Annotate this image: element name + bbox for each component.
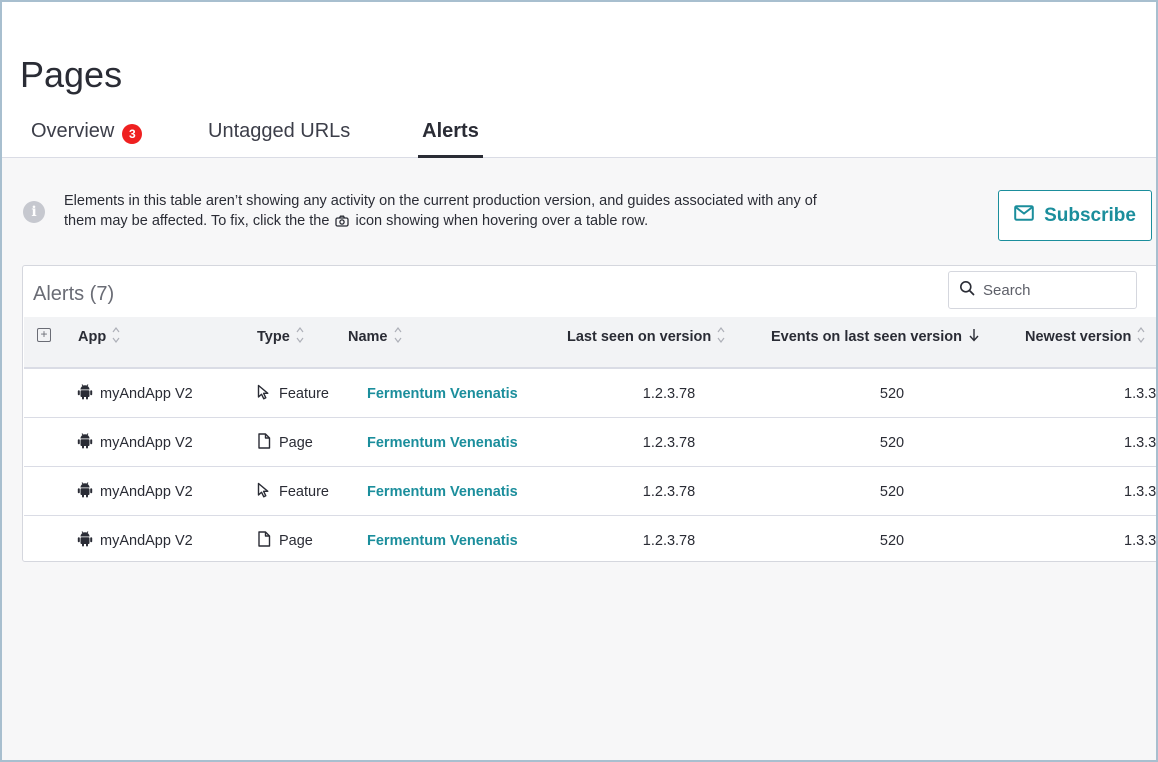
search-box[interactable] xyxy=(948,271,1137,309)
mail-icon xyxy=(1014,204,1034,227)
page-icon xyxy=(257,432,271,453)
name-link[interactable]: Fermentum Venenatis xyxy=(367,516,518,565)
android-icon xyxy=(77,383,93,404)
app-frame: Pages Overview 3 Untagged URLs Alerts i … xyxy=(0,0,1158,762)
info-banner-text: Elements in this table aren’t showing an… xyxy=(64,191,824,233)
column-label-type: Type xyxy=(257,329,290,345)
column-label-events: Events on last seen version xyxy=(771,329,962,345)
app-name: myAndApp V2 xyxy=(100,385,193,402)
name-link[interactable]: Fermentum Venenatis xyxy=(367,418,518,467)
last-seen-version: 1.2.3.78 xyxy=(642,434,696,451)
events-count: 520 xyxy=(879,434,905,451)
app-name: myAndApp V2 xyxy=(100,532,193,549)
newest-version: 1.3.3 xyxy=(1124,385,1157,402)
name-link[interactable]: Fermentum Venenatis xyxy=(367,369,518,418)
android-icon xyxy=(77,530,93,551)
events-count: 520 xyxy=(879,532,905,549)
type-label: Page xyxy=(279,434,313,451)
alerts-table-card: Alerts (7) + App Type Name Last seen on … xyxy=(22,265,1157,565)
column-label-newest: Newest version xyxy=(1025,329,1132,345)
table-row[interactable]: myAndApp V2 Page Fermentum Venenatis 1.2… xyxy=(24,516,1157,565)
app-cell: myAndApp V2 xyxy=(77,467,193,516)
app-name: myAndApp V2 xyxy=(100,434,193,451)
column-header-app[interactable]: App xyxy=(78,317,120,357)
info-icon: i xyxy=(23,201,45,223)
page-icon xyxy=(257,530,271,551)
tab-alerts[interactable]: Alerts xyxy=(418,120,483,158)
newest-version: 1.3.3 xyxy=(1124,483,1157,500)
table-row[interactable]: myAndApp V2 Feature Fermentum Venenatis … xyxy=(24,369,1157,418)
column-label-app: App xyxy=(78,329,107,345)
app-cell: myAndApp V2 xyxy=(77,516,193,565)
last-seen-version: 1.2.3.78 xyxy=(642,483,696,500)
events-count: 520 xyxy=(879,483,905,500)
events-count: 520 xyxy=(879,385,905,402)
search-icon xyxy=(959,280,975,301)
column-header-events[interactable]: Events on last seen version xyxy=(771,317,980,357)
type-label: Feature xyxy=(279,483,329,500)
column-header-newest[interactable]: Newest version xyxy=(1025,317,1145,357)
tab-untagged-urls[interactable]: Untagged URLs xyxy=(208,120,368,158)
page-header: Pages Overview 3 Untagged URLs Alerts xyxy=(2,2,1156,158)
page-title: Pages xyxy=(20,54,123,95)
tab-untagged-urls-label: Untagged URLs xyxy=(208,120,351,142)
last-seen-version: 1.2.3.78 xyxy=(642,385,696,402)
overview-count-badge: 3 xyxy=(122,124,143,144)
sort-unsorted-icon xyxy=(394,326,402,348)
table-row[interactable]: myAndApp V2 Page Fermentum Venenatis 1.2… xyxy=(24,418,1157,467)
tab-overview[interactable]: Overview 3 xyxy=(31,120,157,158)
tab-alerts-label: Alerts xyxy=(422,120,479,142)
type-label: Page xyxy=(279,532,313,549)
cursor-icon xyxy=(257,482,271,502)
type-cell: Page xyxy=(257,516,313,565)
tab-bar: Overview 3 Untagged URLs Alerts xyxy=(2,120,522,158)
column-label-name: Name xyxy=(348,329,388,345)
subscribe-button[interactable]: Subscribe xyxy=(998,190,1152,241)
sort-unsorted-icon xyxy=(1137,326,1145,348)
sort-unsorted-icon xyxy=(112,326,120,348)
sort-descending-icon xyxy=(968,327,980,347)
newest-version: 1.3.3 xyxy=(1124,532,1157,549)
info-text-part-2: icon showing when hovering over a table … xyxy=(355,213,649,229)
table-header: + App Type Name Last seen on version Eve… xyxy=(24,317,1156,369)
alerts-table-title: Alerts (7) xyxy=(33,283,115,305)
column-header-type[interactable]: Type xyxy=(257,317,304,357)
android-icon xyxy=(77,481,93,502)
sort-unsorted-icon xyxy=(717,326,725,348)
android-icon xyxy=(77,432,93,453)
table-row[interactable]: myAndApp V2 Feature Fermentum Venenatis … xyxy=(24,467,1157,516)
cursor-icon xyxy=(257,384,271,404)
type-label: Feature xyxy=(279,385,329,402)
column-header-name[interactable]: Name xyxy=(348,317,402,357)
app-name: myAndApp V2 xyxy=(100,483,193,500)
newest-version: 1.3.3 xyxy=(1124,434,1157,451)
app-cell: myAndApp V2 xyxy=(77,369,193,418)
app-cell: myAndApp V2 xyxy=(77,418,193,467)
last-seen-version: 1.2.3.78 xyxy=(642,532,696,549)
search-input[interactable] xyxy=(983,281,1123,299)
type-cell: Page xyxy=(257,418,313,467)
tab-overview-label: Overview xyxy=(31,120,115,142)
type-cell: Feature xyxy=(257,369,329,418)
expand-all-icon[interactable]: + xyxy=(37,328,51,342)
column-header-last-seen[interactable]: Last seen on version xyxy=(567,317,725,357)
type-cell: Feature xyxy=(257,467,329,516)
subscribe-label: Subscribe xyxy=(1044,204,1136,226)
sort-unsorted-icon xyxy=(296,326,304,348)
name-link[interactable]: Fermentum Venenatis xyxy=(367,467,518,516)
column-label-last-seen: Last seen on version xyxy=(567,329,712,345)
camera-icon xyxy=(335,213,350,233)
